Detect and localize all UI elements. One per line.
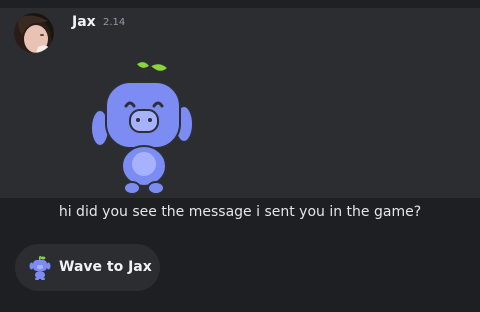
message-timestamp: 2.14 bbox=[103, 17, 126, 28]
wave-button-label: Wave to Jax bbox=[59, 259, 152, 275]
top-divider bbox=[0, 0, 480, 8]
user-avatar-icon[interactable] bbox=[14, 13, 54, 53]
chat-screen: Jax 2.14 hi did you see the message i se… bbox=[0, 0, 480, 312]
message-item: Jax 2.14 bbox=[0, 8, 480, 198]
author-name[interactable]: Jax bbox=[72, 14, 96, 30]
wumpus-wave-sticker-icon[interactable] bbox=[88, 54, 198, 200]
wumpus-small-icon bbox=[29, 255, 51, 281]
wave-button[interactable]: Wave to Jax bbox=[15, 244, 160, 291]
message-caption: hi did you see the message i sent you in… bbox=[58, 204, 422, 220]
message-footer: hi did you see the message i sent you in… bbox=[0, 198, 480, 312]
